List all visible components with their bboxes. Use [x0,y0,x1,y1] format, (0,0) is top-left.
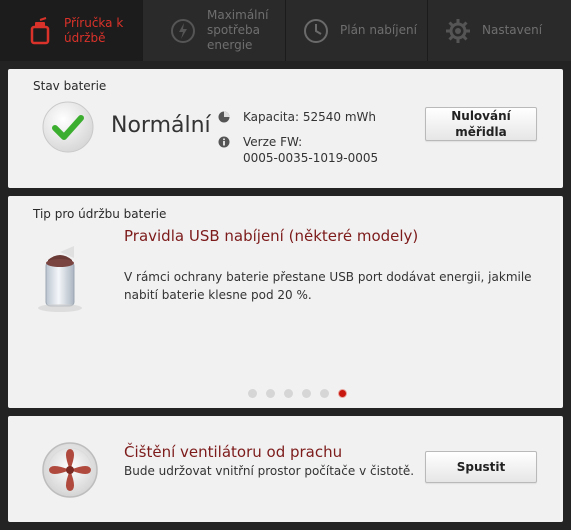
fan-heading: Čištění ventilátoru od prachu [124,443,343,461]
gear-icon [446,18,470,43]
tab-label-line: Příručka k [64,15,124,30]
fan-body: Bude udržovat vnitřní prostor počítače v… [124,464,415,478]
button-label-line: měřidla [455,125,507,139]
info-icon [218,136,230,148]
pagination-dot[interactable] [248,389,257,398]
clock-icon [304,18,328,43]
power-icon [171,18,195,43]
fw-version-label: Verze FW: [243,135,303,149]
tab-maintenance-guide[interactable]: Příručka k údržbě [0,0,143,61]
fan-cleaning-panel: Čištění ventilátoru od prachu Bude udržo… [8,416,563,522]
panel-title: Tip pro údržbu baterie [33,207,167,221]
tab-bar: Příručka k údržbě Maximální spotřeba ene… [0,0,571,61]
tip-pagination [248,389,356,398]
tab-label-line: údržbě [64,30,106,45]
tab-label-line: spotřeba [207,23,260,37]
tab-settings[interactable]: Nastavení [428,0,571,61]
tab-label-line: energie [207,38,253,52]
fw-version-value: 0005-0035-1019-0005 [243,151,379,165]
tab-charging-plan[interactable]: Plán nabíjení [286,0,428,61]
fan-icon [42,442,98,498]
battery-status-text: Normální [111,113,211,138]
start-button[interactable]: Spustit [425,451,537,483]
reset-gauge-button[interactable]: Nulování měřidla [425,107,537,141]
pagination-dot[interactable] [302,389,311,398]
tab-max-power[interactable]: Maximální spotřeba energie [143,0,286,61]
pagination-dot[interactable] [266,389,275,398]
pagination-dot[interactable] [284,389,293,398]
pagination-dot-active[interactable] [338,389,347,398]
tip-heading: Pravidla USB nabíjení (některé modely) [124,227,419,245]
battery-status-panel: Stav baterie Normální Kapacita: 52540 mW… [8,69,563,188]
tip-body: V rámci ochrany baterie přestane USB por… [124,270,532,302]
tab-label: Nastavení [482,23,543,37]
pagination-dot[interactable] [320,389,329,398]
pie-chart-icon [218,111,230,123]
check-icon [42,101,94,153]
button-label-line: Nulování [451,109,511,123]
tab-label: Plán nabíjení [340,23,417,37]
battery-care-icon [30,16,50,44]
battery-usb-icon [38,246,82,312]
tab-label-line: Maximální [207,8,269,22]
panel-title: Stav baterie [33,79,107,93]
capacity-text: Kapacita: 52540 mWh [243,110,376,124]
tip-panel: Tip pro údržbu baterie Pravidla USB nabí… [8,196,563,408]
app-window: Příručka k údržbě Maximální spotřeba ene… [0,0,571,530]
